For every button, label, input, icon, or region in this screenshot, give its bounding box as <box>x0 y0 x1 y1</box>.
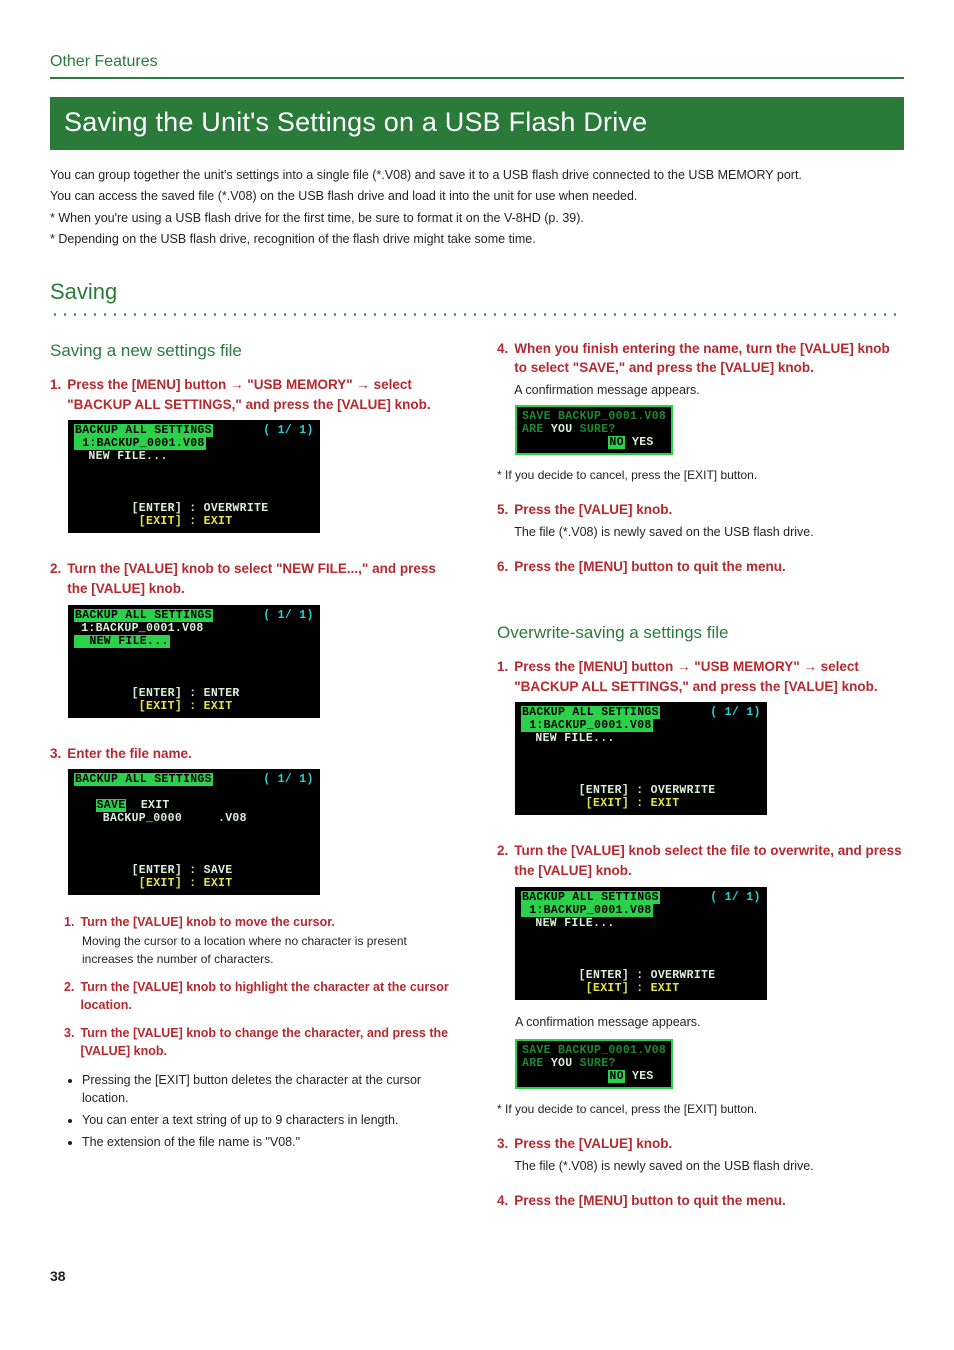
step-desc: The file (*.V08) is newly saved on the U… <box>514 523 904 541</box>
lcd-filename-entry: BACKUP ALL SETTINGS ( 1/ 1) SAVE EXIT BA… <box>68 769 320 895</box>
substep-text: Turn the [VALUE] knob to change the char… <box>80 1024 457 1060</box>
intro-p2: You can access the saved file (*.V08) on… <box>50 187 904 205</box>
cancel-note: * If you decide to cancel, press the [EX… <box>497 467 904 484</box>
step-overwrite-3: 3. Press the [VALUE] knob. The file (*.V… <box>497 1134 904 1175</box>
step-text: Press the [MENU] button to quit the menu… <box>514 557 904 577</box>
bullet: Pressing the [EXIT] button deletes the c… <box>82 1071 457 1107</box>
step-save-new-2: 2. Turn the [VALUE] knob to select "NEW … <box>50 559 457 727</box>
section-category: Other Features <box>50 50 904 79</box>
step-num: 3. <box>50 744 61 764</box>
subhead-overwrite: Overwrite-saving a settings file <box>497 621 904 646</box>
step-num: 4. <box>497 1191 508 1211</box>
bullet: The extension of the file name is "V08." <box>82 1133 457 1151</box>
substep-num: 2. <box>64 978 74 1014</box>
intro-p1: You can group together the unit's settin… <box>50 166 904 184</box>
step-text: Press the [MENU] button → "USB MEMORY" →… <box>514 657 904 696</box>
step-text: Enter the file name. <box>67 744 457 764</box>
lcd-confirm-save: SAVE BACKUP_0001.V08 ARE YOU SURE? NO YE… <box>515 405 673 455</box>
substep-text: Turn the [VALUE] knob to highlight the c… <box>80 978 457 1014</box>
substep-1: 1. Turn the [VALUE] knob to move the curs… <box>64 913 457 968</box>
step-overwrite-4: 4. Press the [MENU] button to quit the m… <box>497 1191 904 1211</box>
step-save-new-5: 5. Press the [VALUE] knob. The file (*.V… <box>497 500 904 541</box>
step-save-new-4: 4. When you finish entering the name, tu… <box>497 339 904 485</box>
step-num: 4. <box>497 339 508 359</box>
step-text: Press the [VALUE] knob. The file (*.V08)… <box>514 500 904 541</box>
step-num: 5. <box>497 500 508 520</box>
step-text: Press the [MENU] button → "USB MEMORY" →… <box>67 375 457 414</box>
substep-num: 1. <box>64 913 74 931</box>
substeps: 1. Turn the [VALUE] knob to move the curs… <box>64 913 457 1060</box>
cancel-note: * If you decide to cancel, press the [EX… <box>497 1101 904 1118</box>
step-save-new-1: 1. Press the [MENU] button → "USB MEMORY… <box>50 375 457 543</box>
step-text: Turn the [VALUE] knob select the file to… <box>514 841 904 880</box>
lcd-backup-overwrite-selected: BACKUP ALL SETTINGS ( 1/ 1) 1:BACKUP_000… <box>515 887 767 1000</box>
bullet: You can enter a text string of up to 9 c… <box>82 1111 457 1129</box>
substep-num: 3. <box>64 1024 74 1060</box>
left-column: Saving a new settings file 1. Press the … <box>50 339 457 1227</box>
substep-text: Turn the [VALUE] knob to move the cursor… <box>80 913 457 931</box>
step-overwrite-1: 1. Press the [MENU] button → "USB MEMORY… <box>497 657 904 825</box>
step-save-new-3: 3. Enter the file name. BACKUP ALL SETTI… <box>50 744 457 1151</box>
page-number: 38 <box>50 1266 904 1286</box>
page-title: Saving the Unit's Settings on a USB Flas… <box>50 97 904 150</box>
arrow-icon: → <box>677 659 694 674</box>
intro-block: You can group together the unit's settin… <box>50 166 904 248</box>
step-overwrite-2: 2. Turn the [VALUE] knob select the file… <box>497 841 904 1118</box>
step-desc: A confirmation message appears. <box>515 1013 904 1031</box>
step-fragment: Press the [MENU] button <box>67 377 230 392</box>
arrow-icon: → <box>356 377 373 392</box>
lcd-backup-overwrite: BACKUP ALL SETTINGS ( 1/ 1) 1:BACKUP_000… <box>68 420 320 533</box>
step-text: Turn the [VALUE] knob to select "NEW FIL… <box>67 559 457 598</box>
step-text: Press the [VALUE] knob. The file (*.V08)… <box>514 1134 904 1175</box>
intro-note-2: * Depending on the USB flash drive, reco… <box>50 230 904 248</box>
step-save-new-6: 6. Press the [MENU] button to quit the m… <box>497 557 904 577</box>
step-num: 6. <box>497 557 508 577</box>
step-fragment: Press the [MENU] button <box>514 659 677 674</box>
substep-2: 2.Turn the [VALUE] knob to highlight the… <box>64 978 457 1014</box>
subhead-save-new: Saving a new settings file <box>50 339 457 364</box>
step-num: 1. <box>50 375 61 395</box>
step-num: 3. <box>497 1134 508 1154</box>
step-text: Press the [MENU] button to quit the menu… <box>514 1191 904 1211</box>
step-text: When you finish entering the name, turn … <box>514 339 904 399</box>
section-heading-saving: Saving <box>50 276 904 308</box>
step-num: 2. <box>497 841 508 861</box>
step-fragment: "USB MEMORY" <box>247 377 356 392</box>
lcd-backup-enter: BACKUP ALL SETTINGS ( 1/ 1) 1:BACKUP_000… <box>68 605 320 718</box>
step-num: 1. <box>497 657 508 677</box>
step-num: 2. <box>50 559 61 579</box>
dotted-rule <box>50 312 904 317</box>
step-fragment: "USB MEMORY" <box>694 659 803 674</box>
arrow-icon: → <box>803 659 820 674</box>
substep-3: 3.Turn the [VALUE] knob to change the ch… <box>64 1024 457 1060</box>
lcd-backup-overwrite: BACKUP ALL SETTINGS ( 1/ 1) 1:BACKUP_000… <box>515 702 767 815</box>
arrow-icon: → <box>230 377 247 392</box>
step-desc: A confirmation message appears. <box>514 381 904 399</box>
right-column: 4. When you finish entering the name, tu… <box>497 339 904 1227</box>
substep-desc: Moving the cursor to a location where no… <box>82 933 457 968</box>
lcd-confirm-overwrite: SAVE BACKUP_0001.V08 ARE YOU SURE? NO YE… <box>515 1039 673 1089</box>
intro-note-1: * When you're using a USB flash drive fo… <box>50 209 904 227</box>
step-desc: The file (*.V08) is newly saved on the U… <box>514 1157 904 1175</box>
bullet-list: Pressing the [EXIT] button deletes the c… <box>68 1071 457 1152</box>
